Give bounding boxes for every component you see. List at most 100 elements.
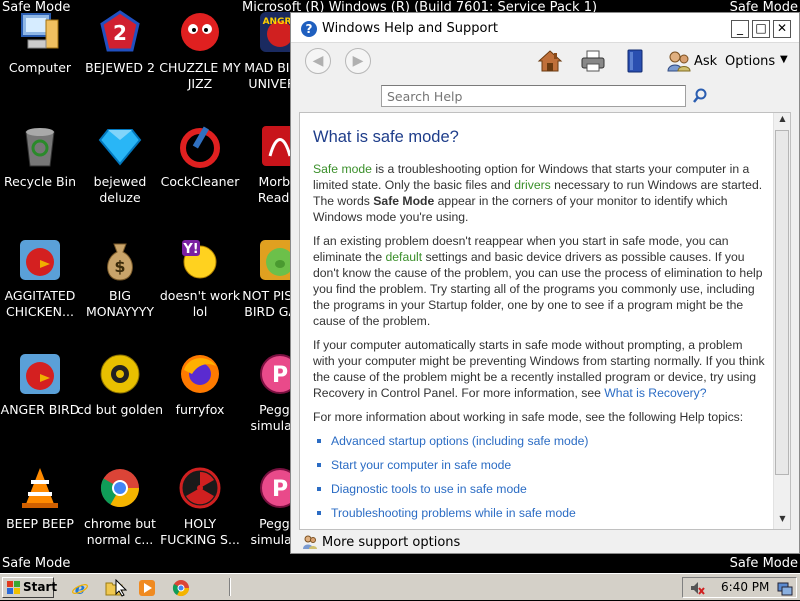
desktop-icon-label: ANGER BIRD	[0, 402, 80, 417]
mouse-cursor-icon	[115, 579, 127, 597]
desktop-icon-label: HOLY FUCKING S...	[160, 516, 240, 547]
help-topic-link[interactable]: Diagnostic tools to use in safe mode	[313, 481, 766, 497]
safe-mode-link[interactable]: Safe mode	[313, 162, 372, 176]
article-paragraph: If your computer automatically starts in…	[313, 337, 766, 401]
options-menu[interactable]: Options	[725, 54, 775, 69]
help-and-support-window: ? Windows Help and Support _ □ ✕ ◀ ▶ Ask…	[290, 12, 800, 554]
start-label: Start	[23, 580, 58, 594]
search-input[interactable]	[381, 85, 686, 107]
desktop-icon-bejewed-deluze[interactable]: bejewed deluze	[75, 124, 165, 206]
desktop: Safe Mode Microsoft (R) Windows (R) (Bui…	[0, 0, 800, 573]
article-heading: What is safe mode?	[313, 128, 459, 146]
safe-mode-label-bottom-left: Safe Mode	[2, 556, 71, 571]
desktop-icon-anger-bird[interactable]: ANGER BIRD	[0, 352, 85, 418]
scroll-thumb[interactable]	[775, 130, 789, 475]
help-topic-link[interactable]: Start your computer in safe mode	[313, 457, 766, 473]
system-tray: 6:40 PM	[682, 577, 797, 598]
article-paragraph: If an existing problem doesn't reappear …	[313, 233, 766, 329]
scroll-down-arrow[interactable]: ▼	[776, 514, 789, 528]
paragraph-bold: Safe Mode	[373, 194, 435, 208]
help-content-frame: What is safe mode? Safe mode is a troubl…	[299, 112, 791, 530]
desktop-icon-chuzzle[interactable]: CHUZZLE MY JIZZ	[155, 10, 245, 92]
print-icon[interactable]	[580, 49, 606, 73]
desktop-icon-label: Computer	[8, 60, 72, 75]
desktop-icon-beep-beep[interactable]: BEEP BEEP	[0, 466, 85, 532]
search-icon[interactable]	[691, 87, 709, 105]
desktop-icon-aggitated-chicken[interactable]: AGGITATED CHICKEN...	[0, 238, 85, 320]
yahoo-messenger-icon: Y!	[178, 238, 222, 282]
help-topic-link[interactable]: Troubleshooting problems while in safe m…	[313, 505, 766, 521]
golden-cd-icon	[98, 352, 142, 396]
safe-mode-label-bottom-right: Safe Mode	[729, 556, 798, 571]
chuzzle-icon	[178, 10, 222, 54]
article-paragraph: For more information about working in sa…	[313, 410, 744, 424]
window-title-bar[interactable]: ? Windows Help and Support _ □ ✕	[291, 13, 799, 43]
scroll-up-arrow[interactable]: ▲	[776, 114, 789, 128]
more-support-options-link[interactable]: More support options	[322, 535, 460, 550]
maximize-button[interactable]: □	[752, 20, 770, 38]
svg-text:P: P	[272, 477, 288, 502]
desktop-icon-cockcleaner[interactable]: CockCleaner	[155, 124, 245, 190]
recycle-bin-icon	[18, 124, 62, 168]
desktop-icon-chrome[interactable]: chrome but normal c...	[75, 466, 165, 548]
svg-text:Y!: Y!	[182, 242, 198, 257]
browse-help-icon[interactable]	[622, 49, 648, 73]
ask-button[interactable]: Ask	[694, 54, 717, 69]
people-icon	[302, 534, 318, 550]
home-icon[interactable]	[537, 49, 563, 73]
content-scrollbar[interactable]: ▲ ▼	[773, 113, 790, 529]
svg-text:P: P	[272, 363, 288, 388]
taskbar-separator	[229, 578, 231, 596]
desktop-icon-label: BEJEWED 2	[85, 60, 155, 75]
desktop-icon-label: CockCleaner	[160, 174, 240, 189]
desktop-icon-label: CHUZZLE MY JIZZ	[159, 60, 241, 91]
svg-text:2: 2	[113, 21, 127, 45]
desktop-icon-label: Recycle Bin	[3, 174, 77, 189]
ccleaner-icon	[178, 124, 222, 168]
what-is-recovery-link[interactable]: What is Recovery?	[604, 386, 706, 400]
help-article: What is safe mode? Safe mode is a troubl…	[300, 113, 774, 529]
diamond-icon	[98, 124, 142, 168]
volume-muted-icon[interactable]	[689, 580, 705, 596]
svg-text:$: $	[114, 257, 125, 276]
article-paragraph: Safe mode is a troubleshooting option fo…	[313, 161, 766, 225]
help-toolbar: ◀ ▶ Ask Options ▼	[291, 43, 799, 81]
chrome-icon	[98, 466, 142, 510]
desktop-icon-label: BIG MONAYYYY	[85, 288, 155, 319]
desktop-icon-recycle-bin[interactable]: Recycle Bin	[0, 124, 85, 190]
chevron-down-icon[interactable]: ▼	[780, 54, 788, 65]
drivers-link[interactable]: drivers	[514, 178, 551, 192]
internet-explorer-icon[interactable]: e	[71, 579, 89, 598]
windows-logo-icon	[7, 581, 20, 594]
desktop-icon-label: AGGITATED CHICKEN...	[4, 288, 76, 319]
help-topic-link[interactable]: Advanced startup options (including safe…	[313, 433, 766, 449]
close-button[interactable]: ✕	[773, 20, 791, 38]
desktop-icon-yahoo[interactable]: Y! doesn't work lol	[155, 238, 245, 320]
window-title: Windows Help and Support	[322, 21, 498, 36]
desktop-icon-bejewed2[interactable]: 2 BEJEWED 2	[75, 10, 165, 76]
minimize-button[interactable]: _	[731, 20, 749, 38]
support-options-bar[interactable]: More support options	[291, 531, 799, 553]
help-icon: ?	[301, 21, 317, 37]
desktop-icon-cd-golden[interactable]: cd but golden	[75, 352, 165, 418]
default-link[interactable]: default	[386, 250, 423, 264]
ask-icon[interactable]	[666, 49, 692, 73]
desktop-icon-furryfox[interactable]: furryfox	[155, 352, 245, 418]
back-button[interactable]: ◀	[305, 48, 331, 74]
firefox-icon	[178, 352, 222, 396]
network-icon[interactable]	[777, 580, 793, 596]
desktop-icon-label: doesn't work lol	[159, 288, 241, 319]
desktop-icon-holy[interactable]: HOLY FUCKING S...	[155, 466, 245, 548]
forward-button[interactable]: ▶	[345, 48, 371, 74]
bejewed2-icon: 2	[98, 10, 142, 54]
radiation-icon	[178, 466, 222, 510]
chrome-icon[interactable]	[172, 579, 190, 597]
vlc-cone-icon	[18, 466, 62, 510]
media-player-icon[interactable]	[138, 579, 156, 597]
desktop-icon-big-monayyyy[interactable]: $ BIG MONAYYYY	[75, 238, 165, 320]
money-bag-icon: $	[98, 238, 142, 282]
desktop-icon-computer[interactable]: Computer	[0, 10, 85, 76]
clock[interactable]: 6:40 PM	[721, 580, 769, 594]
start-button[interactable]: Start	[2, 577, 58, 598]
desktop-icon-label: BEEP BEEP	[6, 516, 74, 531]
